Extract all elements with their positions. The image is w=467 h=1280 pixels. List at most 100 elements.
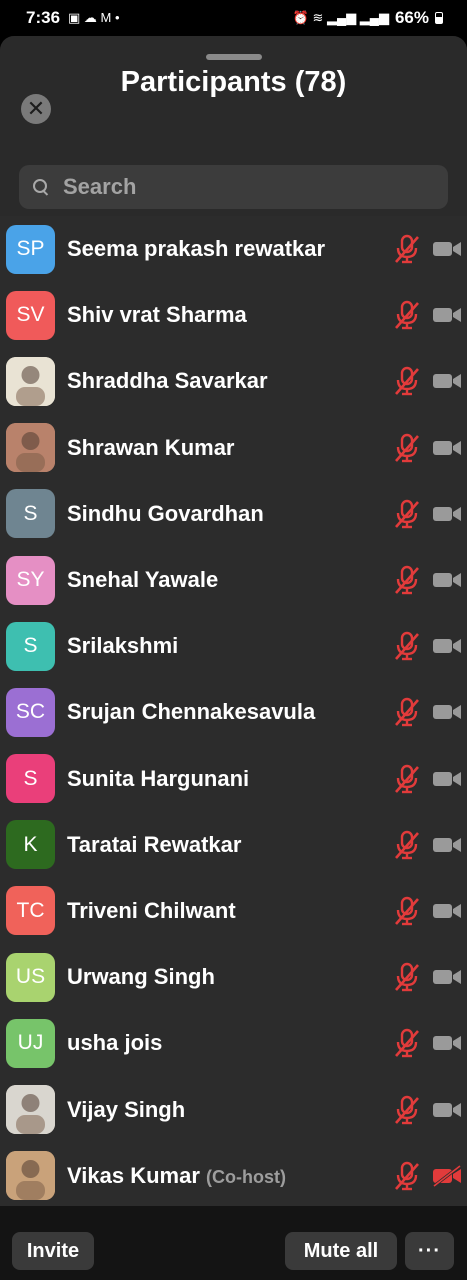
participant-row[interactable]: SY Snehal Yawale xyxy=(0,547,467,613)
participant-name: Vijay Singh xyxy=(67,1097,185,1123)
participant-name: Shraddha Savarkar xyxy=(67,368,268,394)
participant-name: usha jois xyxy=(67,1030,162,1056)
participant-row[interactable]: S Sunita Hargunani xyxy=(0,746,467,812)
participant-name-text: Srujan Chennakesavula xyxy=(67,699,316,725)
participant-row[interactable]: S Srilakshmi xyxy=(0,613,467,679)
notification-icons: ▣ ☁ M • xyxy=(68,10,120,25)
participant-name: Srujan Chennakesavula xyxy=(67,699,315,725)
participant-name-text: Sunita Hargunani xyxy=(67,765,250,791)
participant-name: Sindhu Govardhan xyxy=(67,501,264,527)
avatar-initials: US xyxy=(15,965,46,989)
avatar: K xyxy=(6,820,55,870)
avatar-initials: SP xyxy=(16,237,45,261)
participant-name-text: Taratai Rewatkar xyxy=(67,831,242,857)
video-off-icon[interactable] xyxy=(432,701,462,723)
mic-muted-icon[interactable] xyxy=(393,234,421,264)
mic-muted-icon[interactable] xyxy=(393,631,421,661)
participant-name-text: Seema prakash rewatkar xyxy=(67,236,326,262)
video-off-icon[interactable] xyxy=(432,238,462,260)
mic-muted-icon[interactable] xyxy=(393,433,421,463)
video-off-icon[interactable] xyxy=(432,1032,462,1054)
video-off-icon[interactable] xyxy=(432,1099,462,1121)
video-off-icon[interactable] xyxy=(432,635,462,657)
participant-name-text: Sindhu Govardhan xyxy=(67,500,264,526)
mic-muted-icon[interactable] xyxy=(393,830,421,860)
avatar-initials: S xyxy=(23,634,38,658)
avatar xyxy=(6,1085,55,1135)
participant-name: Vikas Kumar (Co-host) xyxy=(67,1163,286,1189)
search-input[interactable]: Search xyxy=(19,165,448,209)
drag-handle[interactable] xyxy=(206,54,262,60)
mic-muted-icon[interactable] xyxy=(393,1028,421,1058)
video-off-icon[interactable] xyxy=(432,966,462,988)
mic-muted-icon[interactable] xyxy=(393,565,421,595)
more-icon[interactable]: ··· xyxy=(405,1232,454,1270)
video-off-icon[interactable] xyxy=(432,900,462,922)
participant-name-text: usha jois xyxy=(67,1030,163,1056)
panel-footer: Invite Mute all ··· xyxy=(0,1206,467,1280)
participant-row[interactable]: Vikas Kumar (Co-host) xyxy=(0,1143,467,1209)
mic-muted-icon[interactable] xyxy=(393,1095,421,1125)
participant-row[interactable]: Shrawan Kumar xyxy=(0,415,467,481)
participant-name-text: Shiv vrat Sharma xyxy=(67,302,247,328)
video-off-icon[interactable] xyxy=(432,1164,462,1187)
page-title: Participants (78) xyxy=(120,66,347,98)
participant-row[interactable]: Vijay Singh xyxy=(0,1076,467,1142)
avatar-initials: SV xyxy=(16,303,45,327)
participant-row[interactable]: SP Seema prakash rewatkar xyxy=(0,216,467,282)
participant-name: Shrawan Kumar xyxy=(67,435,235,461)
mic-muted-icon[interactable] xyxy=(393,962,421,992)
participant-row[interactable]: SC Srujan Chennakesavula xyxy=(0,679,467,745)
avatar-initials: S xyxy=(23,501,38,525)
search-icon xyxy=(33,179,49,195)
avatar: SC xyxy=(6,687,55,737)
video-off-icon[interactable] xyxy=(432,370,462,392)
avatar: S xyxy=(6,489,55,539)
mic-muted-icon[interactable] xyxy=(393,499,421,529)
mic-muted-icon[interactable] xyxy=(393,697,421,727)
mic-muted-icon[interactable] xyxy=(393,366,421,396)
cohost-badge: (Co-host) xyxy=(206,1166,287,1187)
avatar: SV xyxy=(6,290,55,340)
avatar xyxy=(6,1151,55,1201)
participant-row[interactable]: Shraddha Savarkar xyxy=(0,348,467,414)
close-icon[interactable]: ✕ xyxy=(21,94,51,124)
avatar: S xyxy=(6,754,55,804)
participant-row[interactable]: UJ usha jois xyxy=(0,1010,467,1076)
avatar: SP xyxy=(6,224,55,274)
participant-row[interactable]: S Sindhu Govardhan xyxy=(0,481,467,547)
participant-name-text: Shrawan Kumar xyxy=(67,434,235,460)
participant-row[interactable]: TC Triveni Chilwant xyxy=(0,878,467,944)
avatar: US xyxy=(6,952,55,1002)
avatar: UJ xyxy=(6,1018,55,1068)
video-off-icon[interactable] xyxy=(432,437,462,459)
avatar: SY xyxy=(6,555,55,605)
battery-icon xyxy=(435,12,443,24)
participant-name: Urwang Singh xyxy=(67,964,215,990)
video-off-icon[interactable] xyxy=(432,834,462,856)
participant-name: Taratai Rewatkar xyxy=(67,832,241,858)
mic-muted-icon[interactable] xyxy=(393,300,421,330)
video-off-icon[interactable] xyxy=(432,304,462,326)
avatar xyxy=(6,423,55,473)
participant-name-text: Srilakshmi xyxy=(67,633,179,659)
mic-muted-icon[interactable] xyxy=(393,1161,421,1191)
video-off-icon[interactable] xyxy=(432,569,462,591)
participant-name-text: Shraddha Savarkar xyxy=(67,368,268,394)
participant-name-text: Snehal Yawale xyxy=(67,567,219,593)
mic-muted-icon[interactable] xyxy=(393,896,421,926)
search-placeholder: Search xyxy=(63,174,137,199)
participant-name: Triveni Chilwant xyxy=(67,898,236,924)
avatar: S xyxy=(6,621,55,671)
mic-muted-icon[interactable] xyxy=(393,764,421,794)
participant-row[interactable]: K Taratai Rewatkar xyxy=(0,812,467,878)
mute-all-button[interactable]: Mute all xyxy=(285,1232,397,1270)
participant-row[interactable]: US Urwang Singh xyxy=(0,944,467,1010)
video-off-icon[interactable] xyxy=(432,768,462,790)
participant-name-text: Vijay Singh xyxy=(67,1096,186,1122)
participant-row[interactable]: SV Shiv vrat Sharma xyxy=(0,282,467,348)
participant-name: Snehal Yawale xyxy=(67,567,218,593)
invite-button[interactable]: Invite xyxy=(12,1232,94,1270)
video-off-icon[interactable] xyxy=(432,503,462,525)
participant-name-text: Urwang Singh xyxy=(67,964,215,990)
